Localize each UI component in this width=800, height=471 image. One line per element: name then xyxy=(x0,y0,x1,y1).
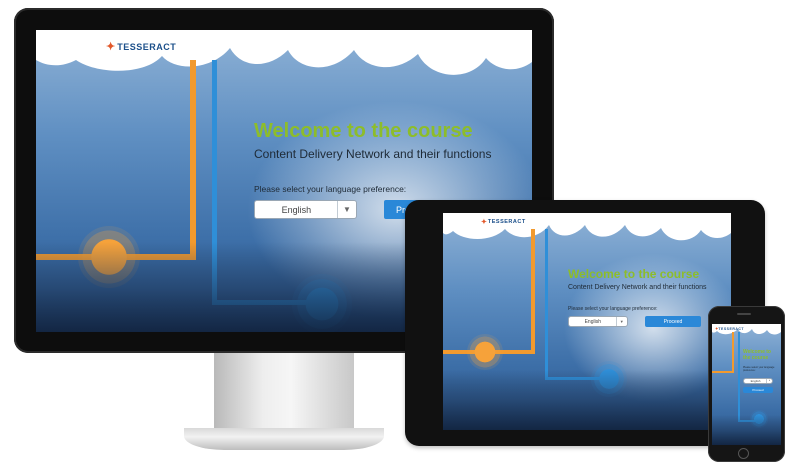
language-select-value: English xyxy=(584,318,601,325)
language-select[interactable]: English ▼ xyxy=(743,378,773,384)
language-select[interactable]: English ▼ xyxy=(568,316,628,327)
blue-network-line xyxy=(545,229,548,379)
chevron-down-icon: ▼ xyxy=(765,379,772,383)
orange-network-line xyxy=(531,229,535,353)
city-skyline xyxy=(712,415,781,445)
tesseract-logo-icon: ✦ xyxy=(481,219,487,226)
language-select[interactable]: English ▼ xyxy=(254,200,357,219)
proceed-button[interactable]: Proceed xyxy=(743,387,773,393)
phone-home-button[interactable] xyxy=(738,448,749,459)
language-select-value: English xyxy=(281,204,312,215)
city-skyline xyxy=(443,370,731,430)
chevron-down-icon: ▼ xyxy=(615,317,627,326)
monitor-stand-base xyxy=(184,428,384,450)
language-prompt: Please select your language preference: xyxy=(568,306,658,312)
logo-text: TESSERACT xyxy=(487,219,526,225)
phone-speaker xyxy=(737,313,751,315)
tesseract-logo-icon: ✦ xyxy=(106,41,116,53)
tesseract-logo: ✦ TESSERACT xyxy=(481,218,526,226)
language-prompt: Please select your language preference: xyxy=(254,184,407,194)
tesseract-logo: ✦ TESSERACT xyxy=(106,40,176,53)
phone-course-screen: ✦ TESSERACT Welcome to the course Please… xyxy=(712,324,781,445)
proceed-button[interactable]: Proceed xyxy=(645,316,701,327)
network-hub-icon xyxy=(467,334,503,370)
blue-network-line xyxy=(738,332,740,422)
tablet-course-screen: ✦ TESSERACT Welcome to the course Conten… xyxy=(443,213,731,430)
logo-text: TESSERACT xyxy=(718,326,745,331)
language-prompt: Please select your language preference: xyxy=(743,366,775,372)
course-subtitle: Content Delivery Network and their funct… xyxy=(568,284,707,291)
orange-network-line-horizontal xyxy=(712,371,734,373)
welcome-heading: Welcome to the course xyxy=(568,267,700,281)
chevron-down-icon: ▼ xyxy=(336,201,356,218)
logo-text: TESSERACT xyxy=(117,41,177,52)
orange-network-line xyxy=(190,60,196,260)
orange-network-line xyxy=(732,332,734,372)
tesseract-logo: ✦ TESSERACT xyxy=(715,326,744,331)
course-subtitle: Content Delivery Network and their funct… xyxy=(254,147,492,161)
welcome-heading: Welcome to the course xyxy=(254,120,473,142)
monitor-stand-neck xyxy=(214,353,354,435)
welcome-heading: Welcome to the course xyxy=(743,349,771,361)
language-select-value: English xyxy=(750,379,761,383)
